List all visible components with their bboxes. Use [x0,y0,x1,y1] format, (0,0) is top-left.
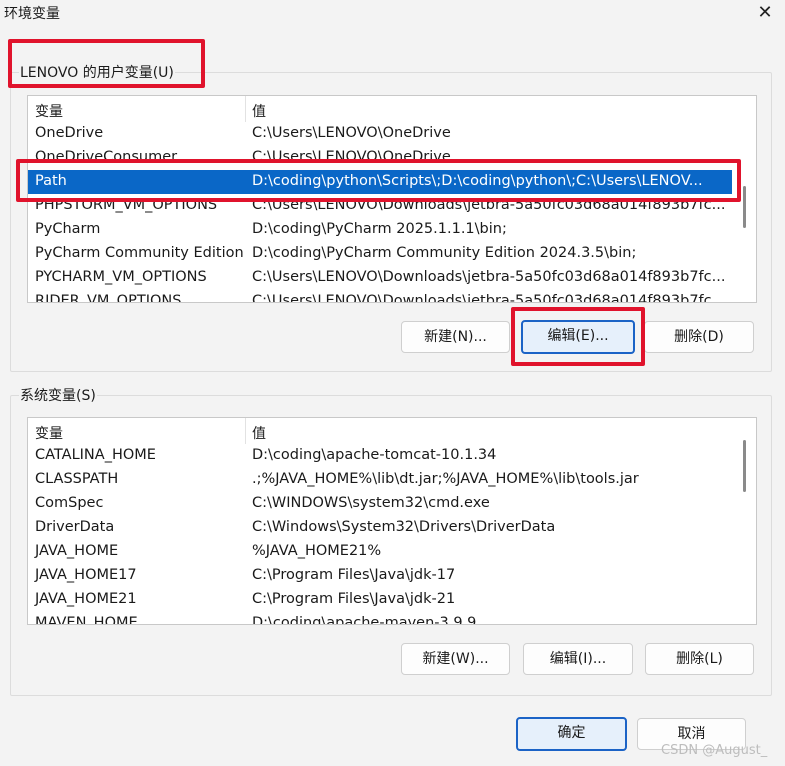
list-row[interactable]: PYCHARM_VM_OPTIONS C:\Users\LENOVO\Downlo… [28,266,732,290]
variable-value: C:\Program Files\Java\jdk-17 [252,567,456,583]
title-bar: 环境变量 ✕ [0,0,785,30]
variable-value: C:\Users\LENOVO\OneDrive [252,125,451,141]
variable-name: JAVA_HOME17 [35,567,137,583]
ok-button[interactable]: 确定 [516,717,627,751]
system-delete-button[interactable]: 删除(L) [645,643,754,675]
user-list-scrollbar[interactable] [732,96,756,302]
list-row[interactable]: CLASSPATH .;%JAVA_HOME%\lib\dt.jar;%JAVA_… [28,468,732,492]
system-list-header: 变量 值 [28,418,756,444]
column-divider[interactable] [245,96,246,122]
user-list-header: 变量 值 [28,96,756,122]
variable-name: CLASSPATH [35,471,119,487]
user-variables-list[interactable]: 变量 值 OneDrive C:\Users\LENOVO\OneDrive One… [27,95,757,303]
scrollbar-thumb[interactable] [743,186,746,228]
variable-value: D:\coding\python\Scripts\;D:\coding\pyth… [252,173,703,189]
variable-value: D:\coding\PyCharm Community Edition 2024… [252,245,637,261]
variable-name: JAVA_HOME21 [35,591,137,607]
scrollbar-thumb[interactable] [743,440,746,492]
variable-value: C:\Users\LENOVO\Downloads\jetbra-5a50fc0… [252,293,726,303]
window-title: 环境变量 [4,6,60,22]
variable-value: D:\coding\apache-maven-3.9.9 [252,615,477,625]
variable-name: RIDER_VM_OPTIONS [35,293,182,303]
list-row[interactable]: PHPSTORM_VM_OPTIONS C:\Users\LENOVO\Downl… [28,194,732,218]
column-header-variable[interactable]: 变量 [35,101,63,121]
system-variables-label: 系统变量(S) [19,385,97,405]
system-new-button[interactable]: 新建(W)... [401,643,510,675]
list-row[interactable]: OneDriveConsumer C:\Users\LENOVO\OneDrive [28,146,732,170]
user-new-button[interactable]: 新建(N)... [401,321,510,353]
variable-value: C:\Users\LENOVO\Downloads\jetbra-5a50fc0… [252,269,726,285]
variable-name: OneDriveConsumer [35,149,178,165]
list-row[interactable]: CATALINA_HOME D:\coding\apache-tomcat-10.… [28,444,732,468]
variable-name: PyCharm [35,221,101,237]
column-divider[interactable] [245,418,246,444]
system-edit-button[interactable]: 编辑(I)... [523,643,633,675]
user-variables-label: LENOVO 的用户变量(U) [19,62,175,82]
list-row[interactable]: ComSpec C:\WINDOWS\system32\cmd.exe [28,492,732,516]
variable-name: JAVA_HOME [35,543,119,559]
list-row[interactable]: OneDrive C:\Users\LENOVO\OneDrive [28,122,732,146]
list-row[interactable]: JAVA_HOME21 C:\Program Files\Java\jdk-21 [28,588,732,612]
variable-name: DriverData [35,519,115,535]
system-variables-list[interactable]: 变量 值 CATALINA_HOME D:\coding\apache-tomca… [27,417,757,625]
variable-value: C:\Users\LENOVO\OneDrive [252,149,451,165]
user-delete-button[interactable]: 删除(D) [644,321,754,353]
list-row[interactable]: Path D:\coding\python\Scripts\;D:\coding\… [28,170,732,194]
variable-name: CATALINA_HOME [35,447,156,463]
variable-value: .;%JAVA_HOME%\lib\dt.jar;%JAVA_HOME%\lib… [252,471,639,487]
variable-name: PYCHARM_VM_OPTIONS [35,269,207,285]
column-header-variable[interactable]: 变量 [35,423,63,443]
watermark: CSDN @August_ [661,743,768,758]
list-row[interactable]: MAVEN_HOME D:\coding\apache-maven-3.9.9 [28,612,732,625]
list-row[interactable]: RIDER_VM_OPTIONS C:\Users\LENOVO\Download… [28,290,732,303]
variable-name: OneDrive [35,125,104,141]
variable-value: %JAVA_HOME21% [252,543,382,559]
list-row[interactable]: PyCharm Community Edition D:\coding\PyCha… [28,242,732,266]
user-edit-button[interactable]: 编辑(E)... [521,320,635,354]
close-icon[interactable]: ✕ [748,0,782,26]
system-list-scrollbar[interactable] [732,418,756,624]
column-header-value[interactable]: 值 [252,101,266,121]
variable-value: D:\coding\apache-tomcat-10.1.34 [252,447,497,463]
variable-name: PyCharm Community Edition [35,245,244,261]
column-header-value[interactable]: 值 [252,423,266,443]
variable-name: Path [35,173,67,189]
variable-value: C:\WINDOWS\system32\cmd.exe [252,495,490,511]
list-row[interactable]: JAVA_HOME %JAVA_HOME21% [28,540,732,564]
variable-name: ComSpec [35,495,104,511]
list-row[interactable]: DriverData C:\Windows\System32\Drivers\Dr… [28,516,732,540]
variable-value: C:\Windows\System32\Drivers\DriverData [252,519,556,535]
variable-value: C:\Program Files\Java\jdk-21 [252,591,456,607]
variable-name: PHPSTORM_VM_OPTIONS [35,197,218,213]
variable-value: D:\coding\PyCharm 2025.1.1.1\bin; [252,221,507,237]
variable-value: C:\Users\LENOVO\Downloads\jetbra-5a50fc0… [252,197,726,213]
list-row[interactable]: JAVA_HOME17 C:\Program Files\Java\jdk-17 [28,564,732,588]
list-row[interactable]: PyCharm D:\coding\PyCharm 2025.1.1.1\bin; [28,218,732,242]
variable-name: MAVEN_HOME [35,615,138,625]
